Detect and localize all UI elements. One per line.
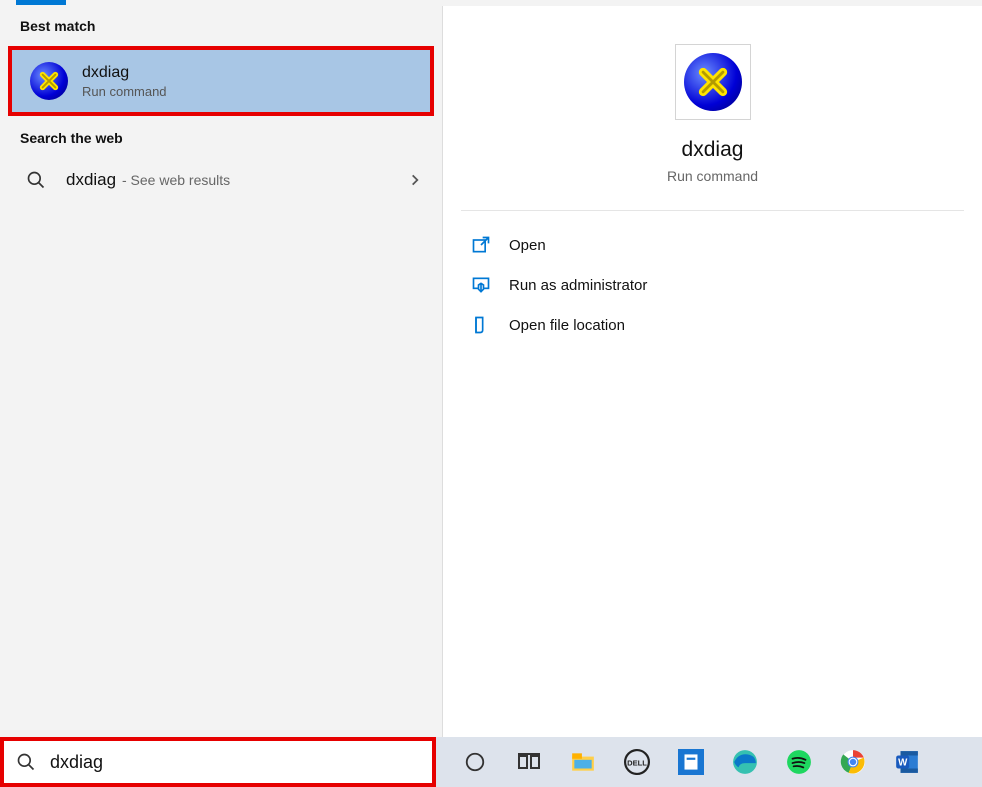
- run-as-admin-action[interactable]: Run as administrator: [461, 265, 964, 305]
- best-match-result[interactable]: dxdiag Run command: [8, 46, 434, 116]
- result-title: dxdiag: [82, 64, 167, 82]
- preview-panel: dxdiag Run command Open Run as administr…: [443, 6, 982, 743]
- search-input[interactable]: [50, 752, 420, 773]
- web-result-title: dxdiag: [66, 170, 116, 189]
- taskbar: DELL: [0, 737, 982, 787]
- search-icon: [16, 752, 36, 772]
- admin-label: Run as administrator: [509, 277, 647, 294]
- search-web-header: Search the web: [0, 118, 442, 156]
- open-icon: [471, 235, 491, 255]
- preview-title: dxdiag: [682, 138, 744, 162]
- preview-subtitle: Run command: [667, 168, 758, 184]
- svg-text:W: W: [898, 757, 908, 768]
- admin-shield-icon: [471, 275, 491, 295]
- result-subtitle: Run command: [82, 84, 167, 99]
- search-icon: [26, 170, 46, 190]
- open-file-location-action[interactable]: Open file location: [461, 305, 964, 345]
- chrome-icon[interactable]: [838, 747, 868, 777]
- spotify-icon[interactable]: [784, 747, 814, 777]
- app-blue-icon[interactable]: [676, 747, 706, 777]
- taskbar-search-box[interactable]: [0, 737, 436, 787]
- chevron-right-icon: [408, 173, 422, 187]
- location-label: Open file location: [509, 317, 625, 334]
- dell-icon[interactable]: DELL: [622, 747, 652, 777]
- preview-icon: [675, 44, 751, 120]
- web-result-suffix: - See web results: [118, 172, 230, 188]
- active-tab-indicator: [16, 0, 66, 5]
- web-search-result[interactable]: dxdiag - See web results: [0, 156, 442, 204]
- edge-icon[interactable]: [730, 747, 760, 777]
- task-view-icon[interactable]: [514, 747, 544, 777]
- dxdiag-icon: [30, 62, 68, 100]
- search-results-panel: Best match dxdiag Run command Search the…: [0, 6, 443, 743]
- open-action[interactable]: Open: [461, 225, 964, 265]
- svg-text:DELL: DELL: [627, 758, 647, 767]
- best-match-header: Best match: [0, 6, 442, 44]
- file-explorer-icon[interactable]: [568, 747, 598, 777]
- cortana-icon[interactable]: [460, 747, 490, 777]
- folder-icon: [471, 315, 491, 335]
- open-label: Open: [509, 237, 546, 254]
- word-icon[interactable]: W: [892, 747, 922, 777]
